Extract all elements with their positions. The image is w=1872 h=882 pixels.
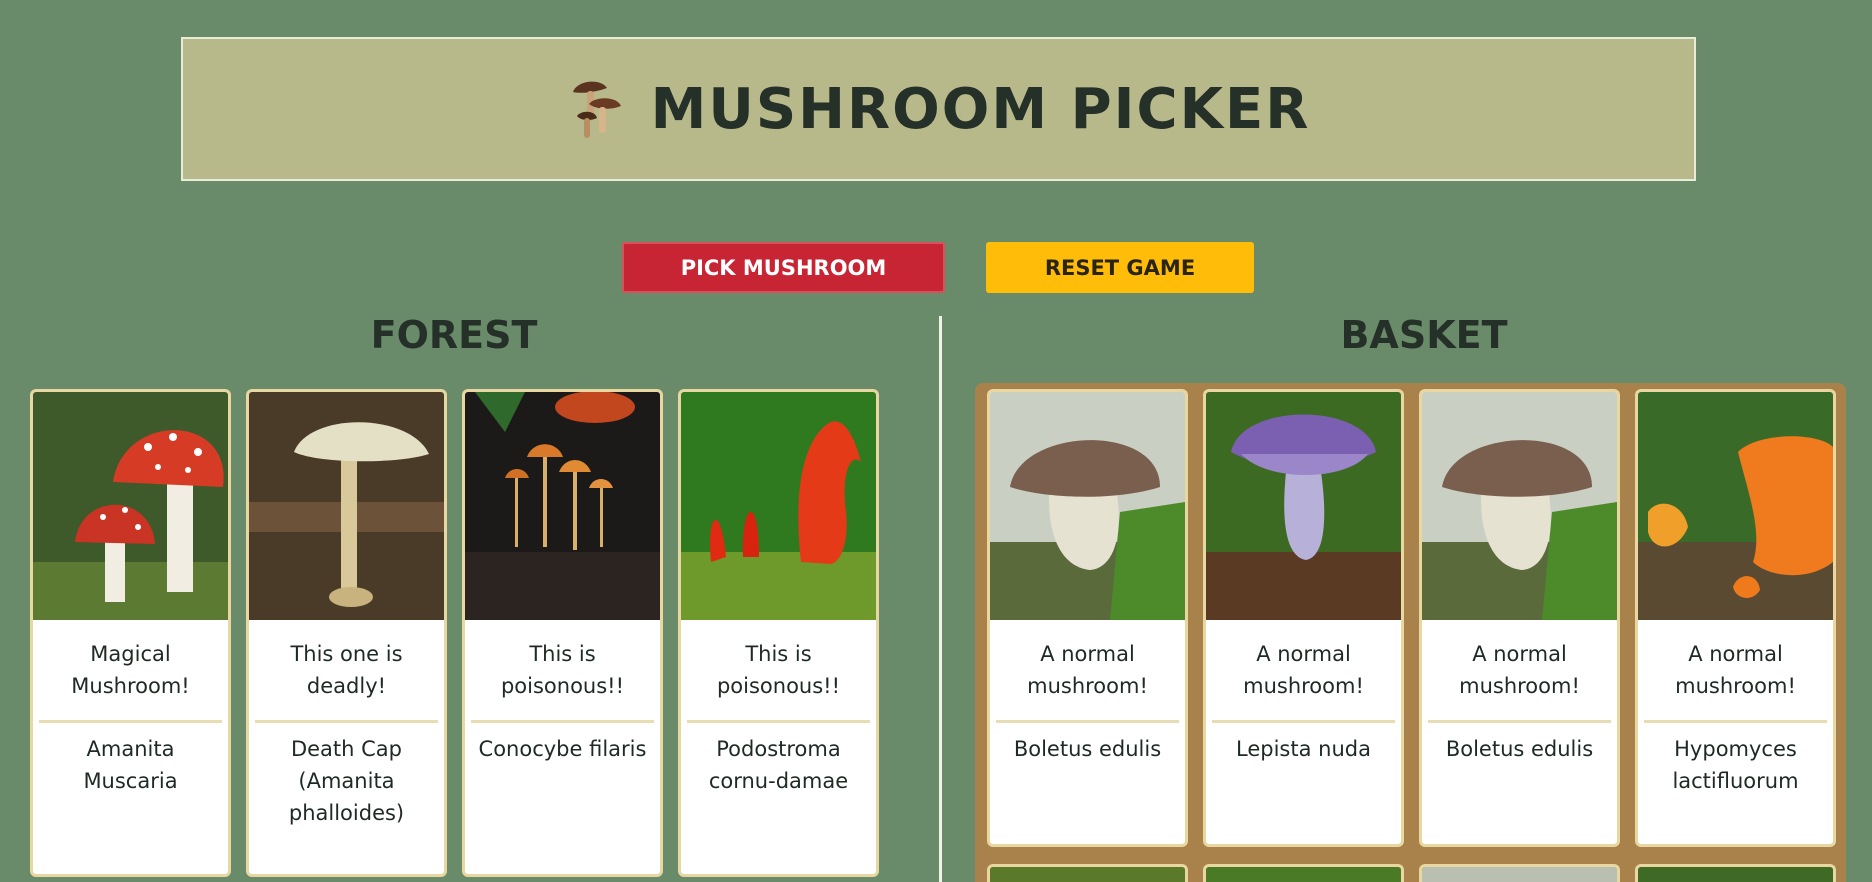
- card-species-name: Death Cap (Amanita phalloides): [288, 737, 405, 825]
- header-banner: MUSHROOM PICKER: [181, 37, 1696, 181]
- reset-game-button[interactable]: RESET GAME: [986, 242, 1254, 293]
- basket-card[interactable]: [1419, 864, 1620, 882]
- card-description: A normal mushroom!: [1675, 642, 1796, 698]
- mushroom-cluster-icon: [572, 81, 621, 138]
- lobster-mushroom-photo: [1638, 392, 1833, 620]
- basket-card[interactable]: [1203, 864, 1404, 882]
- wood-blewit-photo: [1206, 392, 1401, 620]
- pick-mushroom-button[interactable]: PICK MUSHROOM: [622, 242, 945, 293]
- forest-card[interactable]: This one is deadly! Death Cap (Amanita p…: [246, 389, 447, 877]
- basket-card[interactable]: [1635, 864, 1836, 882]
- card-image-partial: [990, 867, 1185, 882]
- card-description: This one is deadly!: [290, 642, 403, 698]
- card-species-name: Boletus edulis: [1013, 737, 1162, 761]
- basket-title: BASKET: [1340, 313, 1508, 357]
- poison-fire-coral-photo: [681, 392, 876, 620]
- card-species-name: Boletus edulis: [1445, 737, 1594, 761]
- death-cap-photo: [249, 392, 444, 620]
- basket-card[interactable]: A normal mushroom! Boletus edulis: [987, 389, 1188, 847]
- conocybe-photo: [465, 392, 660, 620]
- card-description: This is poisonous!!: [500, 642, 625, 698]
- card-species-name: Hypomyces lactifluorum: [1672, 737, 1799, 793]
- basket-card[interactable]: A normal mushroom! Lepista nuda: [1203, 389, 1404, 847]
- card-description: A normal mushroom!: [1243, 642, 1364, 698]
- card-description: Magical Mushroom!: [71, 642, 190, 698]
- card-image-partial: [1206, 867, 1401, 882]
- forest-card[interactable]: Magical Mushroom! Amanita Muscaria: [30, 389, 231, 877]
- basket-card[interactable]: A normal mushroom! Boletus edulis: [1419, 389, 1620, 847]
- card-species-name: Podostroma cornu-damae: [708, 737, 849, 793]
- card-species-name: Conocybe filaris: [478, 737, 647, 761]
- card-description: A normal mushroom!: [1027, 642, 1148, 698]
- page-title: MUSHROOM PICKER: [650, 76, 1311, 142]
- forest-card[interactable]: This is poisonous!! Podostroma cornu-dam…: [678, 389, 879, 877]
- card-description: This is poisonous!!: [716, 642, 841, 698]
- card-species-name: Lepista nuda: [1236, 737, 1371, 761]
- porcini-photo: [990, 392, 1185, 620]
- card-image-partial: [1638, 867, 1833, 882]
- card-species-name: Amanita Muscaria: [83, 737, 178, 793]
- forest-card[interactable]: This is poisonous!! Conocybe filaris: [462, 389, 663, 877]
- basket-card[interactable]: A normal mushroom! Hypomyces lactifluoru…: [1635, 389, 1836, 847]
- column-divider: [939, 316, 942, 882]
- porcini-photo: [1422, 392, 1617, 620]
- card-image-partial: [1422, 867, 1617, 882]
- forest-title: FOREST: [370, 313, 538, 357]
- card-description: A normal mushroom!: [1459, 642, 1580, 698]
- basket-card[interactable]: [987, 864, 1188, 882]
- fly-agaric-photo: [33, 392, 228, 620]
